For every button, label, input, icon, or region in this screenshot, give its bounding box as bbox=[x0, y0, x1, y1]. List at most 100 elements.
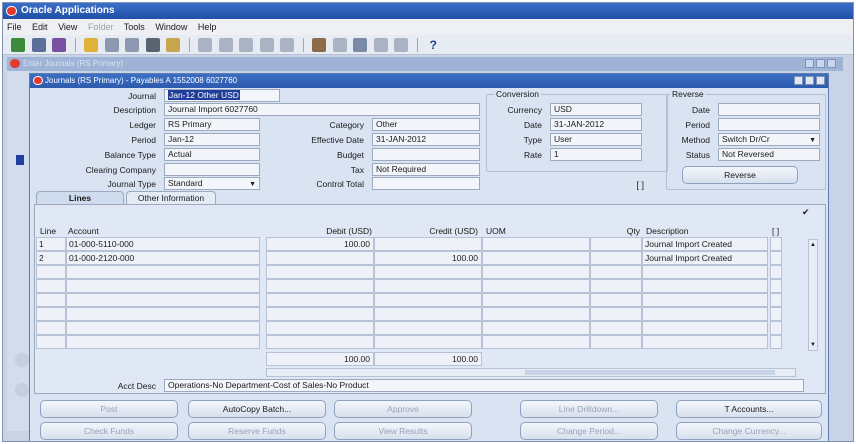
rate-field[interactable]: 1 bbox=[550, 148, 642, 161]
clear-record-icon[interactable] bbox=[259, 38, 274, 52]
cell-line[interactable] bbox=[36, 279, 66, 293]
cell-line[interactable] bbox=[36, 335, 66, 349]
ledger-field[interactable]: RS Primary bbox=[164, 118, 260, 131]
cell-qty[interactable] bbox=[590, 293, 642, 307]
cell-debit[interactable] bbox=[266, 279, 374, 293]
currency-field[interactable]: USD bbox=[550, 103, 642, 116]
cell-qty[interactable] bbox=[590, 279, 642, 293]
cell-qty[interactable] bbox=[590, 335, 642, 349]
edit-field-icon[interactable] bbox=[312, 38, 327, 52]
menu-file[interactable]: File bbox=[7, 22, 22, 32]
cell-debit[interactable] bbox=[266, 335, 374, 349]
new-icon[interactable] bbox=[11, 38, 25, 52]
attachments-icon[interactable] bbox=[373, 38, 388, 52]
conversion-type-field[interactable]: User bbox=[550, 133, 642, 146]
t-accounts-button[interactable]: T Accounts... bbox=[676, 400, 822, 418]
lines-horizontal-scrollbar[interactable] bbox=[266, 368, 796, 377]
cut-icon[interactable] bbox=[198, 38, 213, 52]
cell-line[interactable] bbox=[36, 293, 66, 307]
translations-icon[interactable] bbox=[353, 38, 368, 52]
reverse-button[interactable]: Reverse bbox=[682, 166, 798, 184]
cell-line[interactable] bbox=[36, 321, 66, 335]
find-icon[interactable] bbox=[31, 38, 46, 52]
menu-edit[interactable]: Edit bbox=[32, 22, 48, 32]
paste-icon[interactable] bbox=[239, 38, 254, 52]
cell-qty[interactable] bbox=[590, 321, 642, 335]
menu-help[interactable]: Help bbox=[198, 22, 217, 32]
period-field[interactable]: Jan-12 bbox=[164, 133, 260, 146]
method-select[interactable]: Switch Dr/Cr ▼ bbox=[718, 133, 820, 146]
menu-tools[interactable]: Tools bbox=[124, 22, 145, 32]
journal-field[interactable]: Jan-12 Other USD bbox=[164, 89, 280, 102]
cell-account[interactable] bbox=[66, 265, 260, 279]
scroll-up-icon[interactable]: ▲ bbox=[810, 241, 816, 249]
cell-credit[interactable] bbox=[374, 307, 482, 321]
zoom-icon[interactable] bbox=[332, 38, 347, 52]
cell-account[interactable] bbox=[66, 279, 260, 293]
cell-flex[interactable] bbox=[770, 335, 782, 349]
journal-type-select[interactable]: Standard ▼ bbox=[164, 177, 260, 190]
cell-description[interactable] bbox=[642, 293, 768, 307]
cell-flex[interactable] bbox=[770, 279, 782, 293]
cell-qty[interactable] bbox=[590, 251, 642, 265]
next-step-icon[interactable] bbox=[125, 38, 140, 52]
cell-account[interactable]: 01-000-5110-000 bbox=[66, 237, 260, 251]
menu-view[interactable]: View bbox=[58, 22, 77, 32]
cell-debit[interactable] bbox=[266, 307, 374, 321]
cell-credit[interactable] bbox=[374, 293, 482, 307]
folder-tools-icon[interactable] bbox=[394, 38, 409, 52]
cell-description[interactable] bbox=[642, 335, 768, 349]
cell-description[interactable] bbox=[642, 279, 768, 293]
close-icon[interactable] bbox=[827, 59, 836, 68]
cell-debit[interactable]: 100.00 bbox=[266, 237, 374, 251]
copy-icon[interactable] bbox=[218, 38, 233, 52]
effective-date-field[interactable]: 31-JAN-2012 bbox=[372, 133, 480, 146]
check-funds-button[interactable]: Check Funds bbox=[40, 422, 178, 440]
cell-description[interactable] bbox=[642, 265, 768, 279]
close-form-icon[interactable] bbox=[166, 38, 181, 52]
cell-uom[interactable] bbox=[482, 251, 590, 265]
cell-account[interactable] bbox=[66, 335, 260, 349]
cell-debit[interactable] bbox=[266, 293, 374, 307]
cell-credit[interactable] bbox=[374, 321, 482, 335]
cell-flex[interactable] bbox=[770, 251, 782, 265]
cell-description[interactable]: Journal Import Created bbox=[642, 237, 768, 251]
cell-uom[interactable] bbox=[482, 321, 590, 335]
cell-uom[interactable] bbox=[482, 279, 590, 293]
view-results-button[interactable]: View Results bbox=[334, 422, 472, 440]
navigator-icon[interactable] bbox=[52, 38, 67, 52]
status-field[interactable]: Not Reversed bbox=[718, 148, 820, 161]
scroll-down-icon[interactable]: ▼ bbox=[810, 341, 816, 349]
maximize-icon[interactable] bbox=[805, 76, 814, 85]
cell-credit[interactable] bbox=[374, 237, 482, 251]
cell-debit[interactable] bbox=[266, 265, 374, 279]
cell-credit[interactable] bbox=[374, 279, 482, 293]
print-icon[interactable] bbox=[145, 38, 160, 52]
flex-indicator[interactable]: [ ] bbox=[620, 179, 644, 191]
approve-button[interactable]: Approve bbox=[334, 400, 472, 418]
line-drilldown-button[interactable]: Line Drilldown... bbox=[520, 400, 658, 418]
cell-description[interactable] bbox=[642, 307, 768, 321]
delete-icon[interactable] bbox=[280, 38, 295, 52]
description-field[interactable]: Journal Import 6027760 bbox=[164, 103, 480, 116]
cell-flex[interactable] bbox=[770, 265, 782, 279]
cell-line[interactable]: 1 bbox=[36, 237, 66, 251]
cell-line[interactable] bbox=[36, 307, 66, 321]
cell-flex[interactable] bbox=[770, 307, 782, 321]
cell-uom[interactable] bbox=[482, 293, 590, 307]
reserve-funds-button[interactable]: Reserve Funds bbox=[188, 422, 326, 440]
cell-uom[interactable] bbox=[482, 307, 590, 321]
cell-credit[interactable] bbox=[374, 265, 482, 279]
cell-account[interactable] bbox=[66, 321, 260, 335]
cell-credit[interactable]: 100.00 bbox=[374, 251, 482, 265]
cell-qty[interactable] bbox=[590, 265, 642, 279]
reverse-date-field[interactable] bbox=[718, 103, 820, 116]
tab-lines[interactable]: Lines bbox=[36, 191, 124, 205]
maximize-icon[interactable] bbox=[816, 59, 825, 68]
menu-window[interactable]: Window bbox=[155, 22, 187, 32]
cell-flex[interactable] bbox=[770, 237, 782, 251]
close-icon[interactable] bbox=[816, 76, 825, 85]
change-period-button[interactable]: Change Period... bbox=[520, 422, 658, 440]
help-icon[interactable]: ? bbox=[426, 38, 440, 52]
cell-debit[interactable] bbox=[266, 321, 374, 335]
